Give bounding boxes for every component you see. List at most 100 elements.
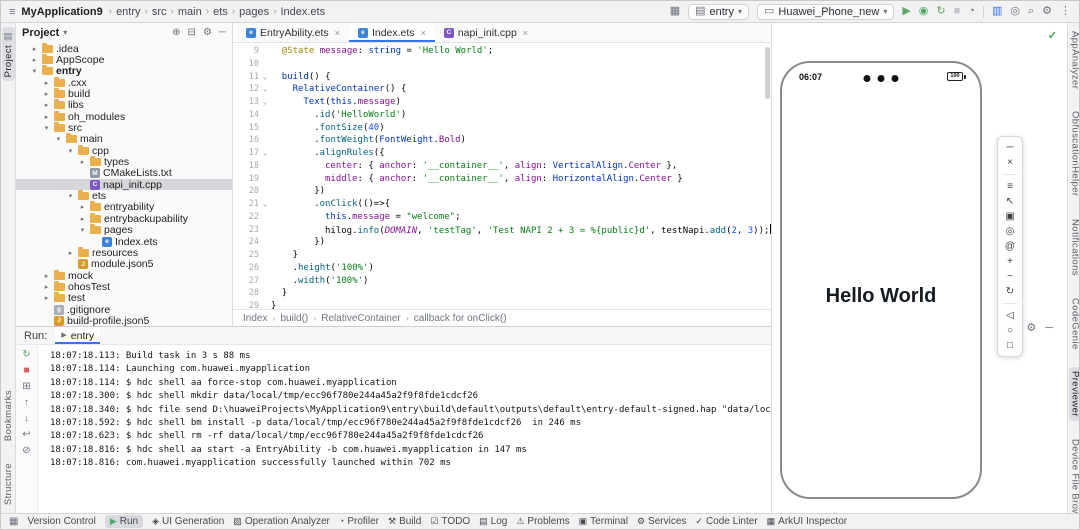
- statusbar-item-build[interactable]: ⚒Build: [388, 515, 421, 528]
- tree-item[interactable]: ▸mock: [16, 270, 232, 281]
- sidebar-item-bookmarks[interactable]: Bookmarks: [2, 386, 15, 445]
- device-manager-icon[interactable]: ▥: [992, 6, 1002, 17]
- up-stack-icon[interactable]: ↑: [24, 398, 29, 408]
- home-icon[interactable]: ○: [1007, 325, 1013, 336]
- tree-item[interactable]: ▸oh_modules: [16, 111, 232, 122]
- clear-log-icon[interactable]: ⊘: [22, 446, 30, 456]
- statusbar-item-operation-analyzer[interactable]: ▧Operation Analyzer: [233, 515, 330, 528]
- statusbar-item-log[interactable]: ▤Log: [479, 515, 507, 528]
- tree-item[interactable]: ▸entrybackupability: [16, 213, 232, 224]
- inspect-cursor-icon[interactable]: ↖: [1006, 196, 1014, 207]
- tree-item[interactable]: ▸.idea: [16, 43, 232, 54]
- recents-icon[interactable]: □: [1007, 340, 1013, 351]
- tree-item[interactable]: ▸libs: [16, 100, 232, 111]
- tree-item[interactable]: ▾pages: [16, 225, 232, 236]
- phone-preview[interactable]: 06:07 100 Hello World: [780, 61, 982, 499]
- tree-item[interactable]: Jbuild-profile.json5: [16, 315, 232, 326]
- code-editor[interactable]: 9@State message: string = 'Hello World';…: [233, 43, 771, 309]
- stop-icon[interactable]: ■: [23, 366, 29, 376]
- editor-breadcrumb-item[interactable]: RelativeContainer: [321, 313, 401, 324]
- project-panel-title[interactable]: Project: [22, 27, 59, 39]
- tree-item[interactable]: ▸test: [16, 293, 232, 304]
- editor-tab-index-ets[interactable]: eIndex.ets×: [349, 23, 435, 42]
- multi-device-menu-icon[interactable]: ≡: [1007, 181, 1013, 192]
- tree-item[interactable]: eIndex.ets: [16, 236, 232, 247]
- fold-marker-icon[interactable]: ⌄: [259, 147, 271, 160]
- breadcrumb-item[interactable]: entry: [116, 6, 140, 18]
- toolbar-close-icon[interactable]: ×: [1007, 157, 1013, 168]
- statusbar-item-profiler[interactable]: ◔Profiler: [339, 515, 379, 528]
- statusbar-item-problems[interactable]: ⚠Problems: [516, 515, 569, 528]
- rotate-icon[interactable]: ↻: [1006, 286, 1014, 297]
- tree-item[interactable]: ▾ets: [16, 190, 232, 201]
- fold-marker-icon[interactable]: ⌄: [259, 83, 271, 96]
- hello-world-text[interactable]: Hello World: [782, 285, 980, 308]
- breadcrumb-item[interactable]: pages: [239, 6, 269, 18]
- sidebar-item-project[interactable]: ▤Project: [2, 27, 15, 81]
- breadcrumb-item[interactable]: Index.ets: [280, 6, 325, 18]
- tree-item[interactable]: Cnapi_init.cpp: [16, 179, 232, 190]
- collapse-all-icon[interactable]: ⊟: [188, 27, 196, 38]
- back-icon[interactable]: ◁: [1006, 310, 1014, 321]
- toolbar-minimize-icon[interactable]: ─: [1006, 142, 1013, 153]
- breadcrumb-item[interactable]: ets: [213, 6, 228, 18]
- tree-item[interactable]: ▸types: [16, 156, 232, 167]
- volume-up-icon[interactable]: +: [1007, 256, 1013, 267]
- settings-icon[interactable]: ⚙: [1042, 6, 1052, 17]
- close-icon[interactable]: ×: [523, 28, 528, 38]
- sidebar-item-appanalyzer[interactable]: AppAnalyzer: [1069, 27, 1080, 93]
- rerun-icon[interactable]: ↻: [22, 350, 30, 360]
- down-stack-icon[interactable]: ↓: [24, 414, 29, 424]
- sidebar-item-previewer[interactable]: Previewer: [1069, 367, 1080, 421]
- panel-settings-icon[interactable]: ⚙: [203, 27, 212, 38]
- tree-item[interactable]: ▾src: [16, 122, 232, 133]
- notifications-icon[interactable]: ◎: [1010, 6, 1020, 17]
- stop-button[interactable]: ■: [954, 6, 961, 17]
- statusbar-item-code-linter[interactable]: ✓Code Linter: [695, 515, 757, 528]
- sidebar-item-notifications[interactable]: Notifications: [1069, 215, 1080, 280]
- project-widget-icon[interactable]: ▦: [670, 6, 680, 17]
- tree-item[interactable]: ▸entryability: [16, 202, 232, 213]
- profiler-button[interactable]: ◔: [968, 6, 975, 17]
- editor-tab-entryability-ets[interactable]: eEntryAbility.ets×: [237, 23, 349, 42]
- orientation-target-icon[interactable]: ◎: [1006, 226, 1015, 237]
- tree-item[interactable]: ▸ohosTest: [16, 281, 232, 292]
- tree-item[interactable]: Jmodule.json5: [16, 259, 232, 270]
- statusbar-item-arkui-inspector[interactable]: ▦ArkUI Inspector: [767, 515, 847, 528]
- search-icon[interactable]: ⌕: [1028, 6, 1034, 17]
- hide-panel-icon[interactable]: ─: [219, 27, 226, 38]
- volume-down-icon[interactable]: −: [1007, 271, 1013, 282]
- tree-item[interactable]: ▾main: [16, 134, 232, 145]
- main-menu-icon[interactable]: ≡: [9, 6, 15, 18]
- statusbar-item-terminal[interactable]: ▣Terminal: [579, 515, 628, 528]
- device-select[interactable]: ▭ Huawei_Phone_new ▾: [757, 4, 894, 20]
- tree-item[interactable]: ▸build: [16, 88, 232, 99]
- breadcrumb-item[interactable]: src: [152, 6, 167, 18]
- sidebar-item-codegenie[interactable]: CodeGenie: [1069, 294, 1080, 354]
- tree-item[interactable]: ▾cpp: [16, 145, 232, 156]
- window-layout-icon[interactable]: ▦: [9, 516, 18, 527]
- tree-item[interactable]: ▸AppScope: [16, 54, 232, 65]
- statusbar-item-run[interactable]: ▶Run: [105, 515, 143, 528]
- statusbar-item-todo[interactable]: ☑TODO: [430, 515, 470, 528]
- statusbar-item-services[interactable]: ⚙Services: [637, 515, 686, 528]
- tree-item[interactable]: ▸resources: [16, 247, 232, 258]
- more-icon[interactable]: ⋮: [1060, 6, 1071, 17]
- run-tab-entry[interactable]: ▸ entry: [55, 327, 100, 344]
- fold-marker-icon[interactable]: ⌄: [259, 71, 271, 84]
- tree-item[interactable]: MCMakeLists.txt: [16, 168, 232, 179]
- editor-breadcrumb-item[interactable]: build(): [280, 313, 308, 324]
- tree-item[interactable]: ▸.cxx: [16, 77, 232, 88]
- run-console-log[interactable]: 18:07:18.113: Build task in 3 s 88 ms18:…: [38, 345, 771, 515]
- sidebar-item-structure[interactable]: Structure: [2, 459, 15, 509]
- softwrap-icon[interactable]: ↩: [22, 430, 30, 440]
- breadcrumb-item[interactable]: main: [178, 6, 202, 18]
- restart-app-button[interactable]: ↻: [936, 6, 945, 17]
- statusbar-item-version-control[interactable]: Version Control: [27, 515, 95, 528]
- debug-button[interactable]: ◉: [919, 6, 929, 17]
- tree-item[interactable]: ▾entry: [16, 66, 232, 77]
- editor-scrollbar[interactable]: [765, 47, 770, 99]
- project-name[interactable]: MyApplication9: [21, 6, 102, 18]
- previewer-hide-icon[interactable]: ─: [1045, 323, 1053, 334]
- pin-icon[interactable]: ⊞: [22, 382, 30, 392]
